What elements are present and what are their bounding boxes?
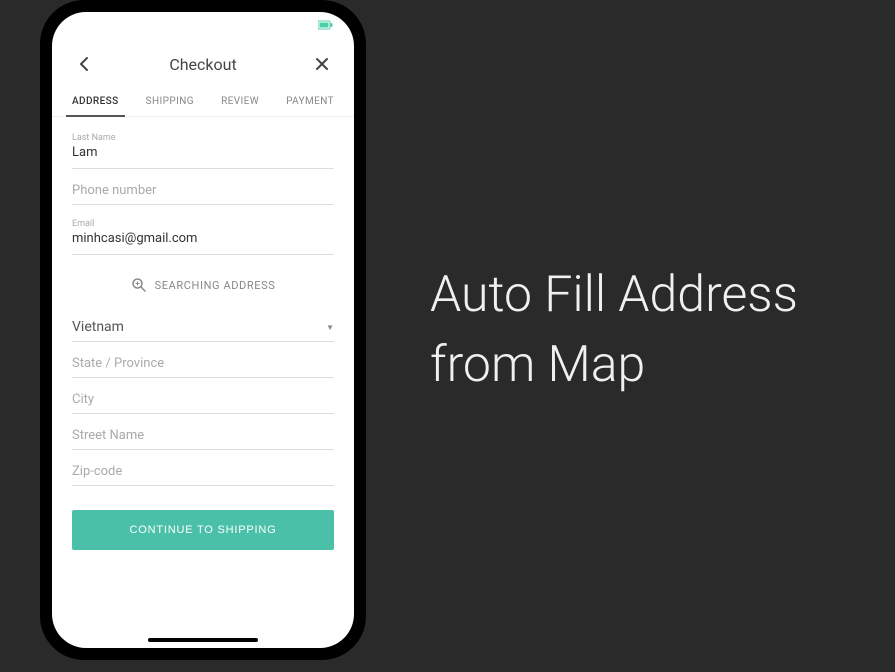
city-placeholder: City	[72, 392, 334, 407]
search-location-icon	[131, 277, 147, 293]
continue-button[interactable]: CONTINUE TO SHIPPING	[72, 510, 334, 550]
street-placeholder: Street Name	[72, 428, 334, 443]
phone-frame: Checkout ADDRESS SHIPPING REVIEW PAYMENT…	[40, 0, 366, 660]
close-button[interactable]	[310, 52, 334, 76]
tab-shipping[interactable]: SHIPPING	[140, 88, 200, 117]
page-title: Checkout	[169, 55, 236, 74]
tab-review[interactable]: REVIEW	[215, 88, 265, 117]
last-name-value: Lam	[72, 145, 334, 162]
feature-line-2: from Map	[430, 330, 798, 400]
email-value: minhcasi@gmail.com	[72, 231, 334, 248]
chevron-left-icon	[79, 56, 89, 72]
status-bar	[52, 12, 354, 40]
email-field[interactable]: Email minhcasi@gmail.com	[72, 211, 334, 255]
country-value: Vietnam	[72, 319, 124, 335]
phone-placeholder: Phone number	[72, 183, 334, 198]
state-placeholder: State / Province	[72, 356, 334, 371]
caret-down-icon: ▼	[326, 323, 334, 332]
checkout-header: Checkout	[52, 40, 354, 88]
phone-field[interactable]: Phone number	[72, 175, 334, 205]
tab-payment[interactable]: PAYMENT	[280, 88, 340, 117]
battery-icon	[318, 19, 334, 33]
last-name-label: Last Name	[72, 133, 334, 143]
street-field[interactable]: Street Name	[72, 420, 334, 450]
zip-field[interactable]: Zip-code	[72, 456, 334, 486]
close-icon	[315, 57, 329, 71]
zip-placeholder: Zip-code	[72, 464, 334, 479]
back-button[interactable]	[72, 52, 96, 76]
checkout-tabs: ADDRESS SHIPPING REVIEW PAYMENT	[52, 88, 354, 117]
home-indicator[interactable]	[148, 638, 258, 642]
state-field[interactable]: State / Province	[72, 348, 334, 378]
country-dropdown[interactable]: Vietnam ▼	[72, 309, 334, 342]
email-label: Email	[72, 219, 334, 229]
last-name-field[interactable]: Last Name Lam	[72, 125, 334, 169]
search-address-label: SEARCHING ADDRESS	[155, 279, 276, 292]
address-form: Last Name Lam Phone number Email minhcas…	[52, 117, 354, 562]
search-address-button[interactable]: SEARCHING ADDRESS	[72, 261, 334, 309]
feature-title: Auto Fill Address from Map	[430, 260, 798, 400]
city-field[interactable]: City	[72, 384, 334, 414]
feature-line-1: Auto Fill Address	[430, 260, 798, 330]
tab-address[interactable]: ADDRESS	[66, 88, 125, 117]
phone-screen: Checkout ADDRESS SHIPPING REVIEW PAYMENT…	[52, 12, 354, 648]
